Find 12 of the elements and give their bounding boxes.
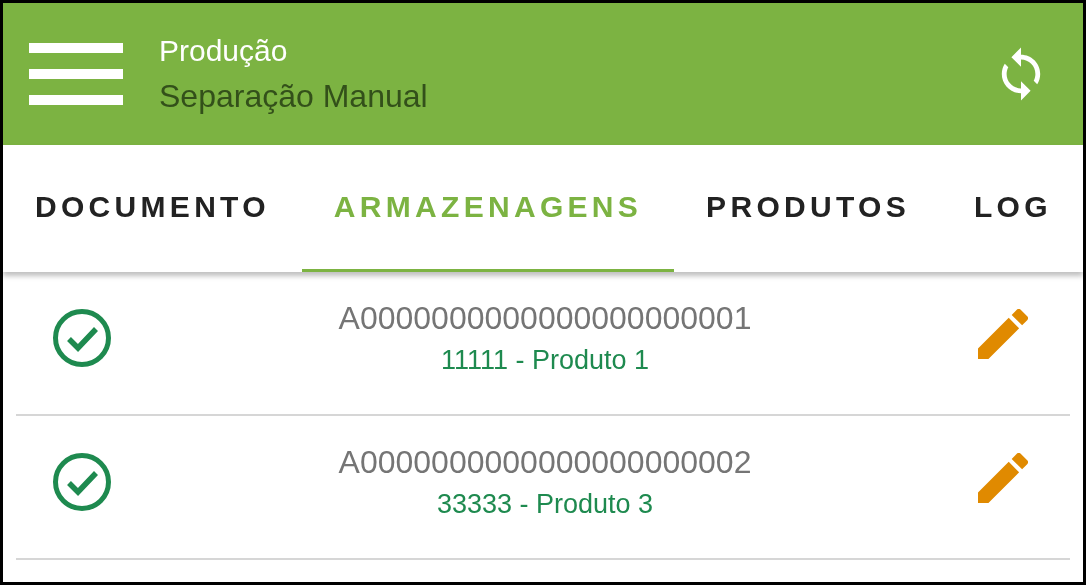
storage-code: A0000000000000000000002 [338, 444, 752, 481]
tab[interactable]: DOCUMENTO [3, 145, 302, 272]
tab[interactable]: PRODUTOS [674, 145, 942, 272]
app-title: Produção [159, 33, 289, 68]
storage-code: A0000000000000000000001 [338, 300, 752, 337]
app-subtitle: Separação Manual [159, 77, 429, 115]
menu-icon[interactable] [29, 43, 123, 105]
pencil-icon[interactable] [978, 309, 1028, 359]
pencil-icon[interactable] [978, 453, 1028, 503]
tab[interactable]: LOG [942, 145, 1083, 272]
product-label: 33333 - Produto 3 [436, 489, 654, 520]
product-label: 11111 - Produto 1 [440, 345, 650, 376]
